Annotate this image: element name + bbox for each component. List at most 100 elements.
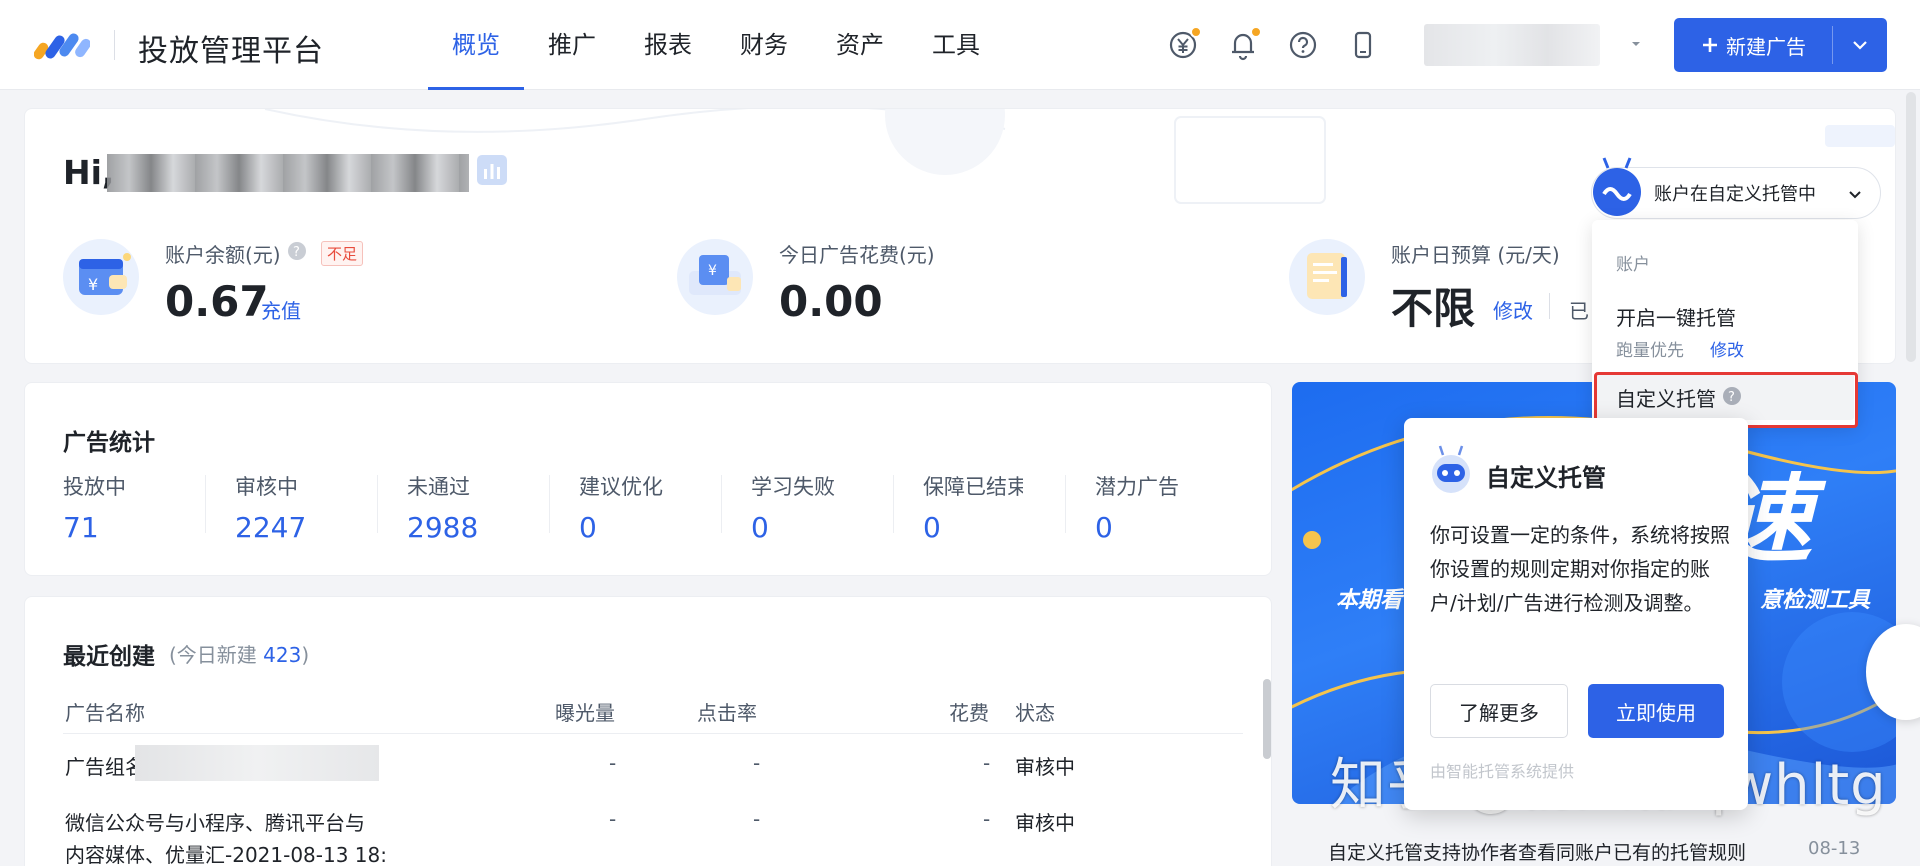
notification-dot	[1190, 26, 1202, 38]
col-header-status: 状态	[1015, 701, 1055, 725]
plus-icon	[1703, 38, 1717, 52]
stat-label: 学习失败	[751, 475, 835, 499]
finance-coin-icon[interactable]	[1166, 26, 1202, 62]
balance-label: 账户余额(元)	[165, 243, 281, 267]
col-divider	[549, 475, 550, 533]
nav-item-overview[interactable]: 概览	[428, 0, 524, 90]
new-ad-main[interactable]: 新建广告	[1674, 18, 1832, 72]
spend-cell: -	[983, 807, 991, 831]
nav-item-tools[interactable]: 工具	[908, 0, 1004, 90]
edit-budget-link[interactable]: 修改	[1493, 295, 1533, 324]
stat-value[interactable]: 0	[579, 511, 729, 544]
col-header-spend[interactable]: 花费	[949, 697, 989, 726]
stat-value[interactable]: 0	[923, 511, 1023, 544]
balance-insufficient-badge: 不足	[321, 241, 364, 266]
ad-statistics-card: 广告统计 投放中 71 审核中 2247 未通过 2988 建议优化 0 学习失…	[24, 382, 1272, 576]
caret-down-icon[interactable]	[1630, 38, 1642, 50]
stat-label: 潜力广告	[1095, 475, 1179, 499]
stat-col-delivering[interactable]: 投放中 71	[63, 471, 213, 544]
ad-name-cell-line2[interactable]: 内容媒体、优量汇-2021-08-13 18:	[65, 839, 387, 866]
banner-text-right: 意检测工具	[1760, 588, 1871, 613]
recent-sub-suffix: )	[301, 643, 310, 667]
help-circle-icon[interactable]	[1286, 28, 1320, 62]
bell-icon[interactable]	[1226, 26, 1262, 62]
logo-divider	[114, 30, 115, 60]
stat-col-learning-failed[interactable]: 学习失败 0	[751, 471, 901, 544]
nav-item-reports[interactable]: 报表	[620, 0, 716, 90]
stat-label: 保障已结束	[923, 475, 1023, 499]
dropdown-edit-link[interactable]: 修改	[1710, 336, 1744, 361]
col-divider	[893, 475, 894, 533]
today-spend-value: 0.00	[779, 277, 883, 326]
dropdown-item-one-click-managed[interactable]: 开启一键托管	[1616, 302, 1736, 331]
ad-name-cell[interactable]: 广告组名	[65, 751, 145, 780]
stat-value[interactable]: 2988	[407, 511, 557, 544]
news-title[interactable]: 自定义托管支持协作者查看同账户已有的托管规则	[1328, 838, 1746, 865]
stat-col-guarantee-ended[interactable]: 保障已结束 0	[923, 471, 1023, 544]
learn-more-button[interactable]: 了解更多	[1430, 684, 1568, 738]
stat-col-rejected[interactable]: 未通过 2988	[407, 471, 557, 544]
table-header-divider	[63, 733, 1243, 734]
stat-value[interactable]: 71	[63, 511, 213, 544]
ctr-cell: -	[753, 807, 761, 831]
app-title: 投放管理平台	[138, 34, 324, 69]
new-ad-dropdown-toggle[interactable]	[1833, 18, 1887, 72]
wallet-icon: ¥	[63, 239, 139, 315]
stat-col-suggest-optimize[interactable]: 建议优化 0	[579, 471, 729, 544]
ad-name-cell-line1[interactable]: 微信公众号与小程序、腾讯平台与	[65, 807, 365, 836]
stat-col-reviewing[interactable]: 审核中 2247	[235, 471, 385, 544]
spend-cell: -	[983, 751, 991, 775]
svg-text:¥: ¥	[708, 263, 717, 279]
page-scrollbar[interactable]	[1906, 92, 1916, 362]
budget-divider	[1549, 293, 1550, 319]
help-icon[interactable]: ?	[287, 241, 307, 261]
nav-item-promotion[interactable]: 推广	[524, 0, 620, 90]
dropdown-group-label: 账户	[1616, 255, 1650, 275]
managed-status-text: 账户在自定义托管中	[1654, 184, 1816, 205]
status-cell: 审核中	[1015, 755, 1075, 779]
dropdown-item-subtitle: 跑量优先	[1616, 341, 1684, 361]
main-nav: 概览 推广 报表 财务 资产 工具	[428, 0, 1004, 90]
popover-title: 自定义托管	[1486, 464, 1606, 492]
col-header-impressions[interactable]: 曝光量	[555, 697, 615, 726]
popover-footer-text: 由智能托管系统提供	[1430, 762, 1575, 781]
nav-item-assets[interactable]: 资产	[812, 0, 908, 90]
chevron-down-icon	[1849, 191, 1861, 199]
managed-status-dropdown[interactable]: 账户在自定义托管中	[1591, 157, 1881, 219]
budget-trailing-text: 已	[1569, 299, 1589, 323]
stat-col-potential-ads[interactable]: 潜力广告 0	[1095, 471, 1245, 544]
stat-label: 审核中	[235, 475, 298, 499]
stat-value[interactable]: 0	[751, 511, 901, 544]
daily-budget-value: 不限	[1391, 284, 1476, 333]
status-cell: 审核中	[1015, 811, 1075, 835]
recharge-link[interactable]: 充值	[261, 295, 301, 324]
spend-bill-icon: ¥	[677, 239, 753, 315]
recent-sub-prefix: (今日新建	[169, 643, 264, 667]
impressions-cell: -	[609, 807, 617, 831]
stat-label: 建议优化	[579, 475, 663, 499]
use-now-button[interactable]: 立即使用	[1588, 684, 1724, 738]
recent-count: 423	[263, 643, 302, 667]
svg-text:¥: ¥	[88, 275, 98, 294]
banner-text-left: 本期看	[1336, 588, 1403, 613]
notification-dot	[1250, 26, 1262, 38]
bar-chart-icon[interactable]	[477, 155, 507, 185]
custom-managed-popover: 自定义托管 你可设置一定的条件，系统将按照你设置的规则定期对你指定的账户/计划/…	[1404, 418, 1748, 810]
balance-value: 0.67	[165, 277, 269, 326]
recent-title: 最近创建	[63, 644, 155, 670]
platform-logo-icon[interactable]	[34, 28, 90, 60]
new-ad-button[interactable]: 新建广告	[1674, 18, 1887, 72]
mobile-phone-icon[interactable]	[1346, 28, 1380, 62]
col-divider	[377, 475, 378, 533]
top-navigation-bar: 投放管理平台 概览 推广 报表 财务 资产 工具 新建广告	[0, 0, 1920, 90]
user-account-blurred[interactable]	[1424, 24, 1600, 66]
col-header-ctr[interactable]: 点击率	[697, 697, 757, 726]
stat-value[interactable]: 0	[1095, 511, 1245, 544]
robot-assistant-icon	[1432, 445, 1470, 493]
news-date: 08-13	[1808, 838, 1861, 859]
stat-value[interactable]: 2247	[235, 511, 385, 544]
daily-budget-label: 账户日预算 (元/天)	[1391, 243, 1560, 267]
stat-label: 未通过	[407, 475, 470, 499]
nav-item-finance[interactable]: 财务	[716, 0, 812, 90]
table-scrollbar[interactable]	[1263, 679, 1271, 759]
